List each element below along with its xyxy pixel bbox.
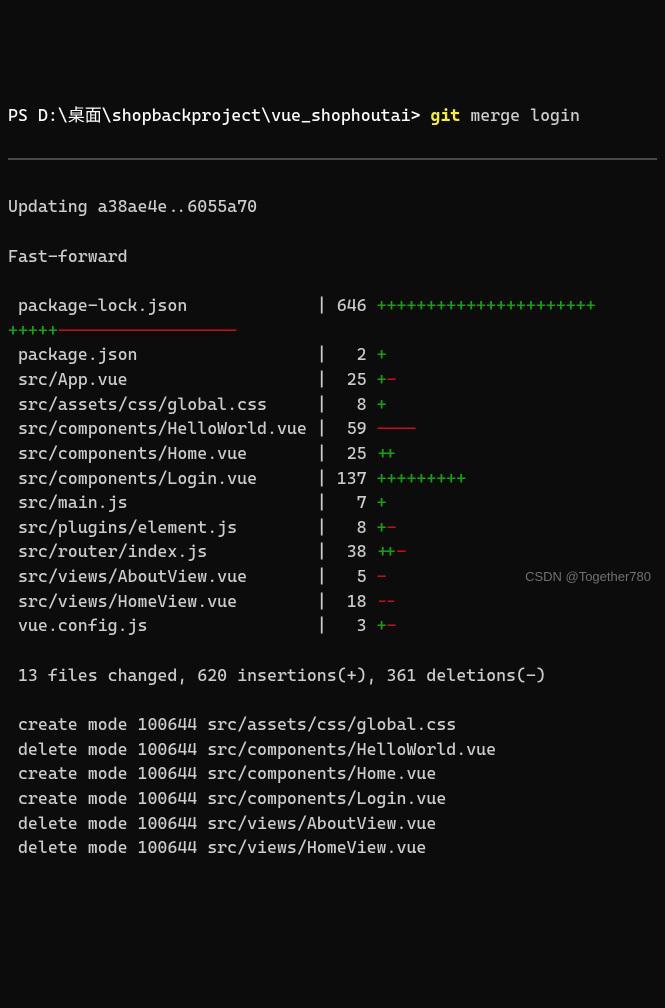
mode-line: create mode 100644 src/components/Login.… bbox=[8, 786, 657, 811]
mode-line: delete mode 100644 src/views/AboutView.v… bbox=[8, 811, 657, 836]
diffstat-row: src/main.js | 7 + bbox=[8, 490, 657, 515]
mode-changes: create mode 100644 src/assets/css/global… bbox=[8, 712, 657, 860]
git-args: merge login bbox=[460, 105, 580, 125]
mode-line: create mode 100644 src/components/Home.v… bbox=[8, 761, 657, 786]
diffstat-row: src/components/HelloWorld.vue | 59 ---- bbox=[8, 416, 657, 441]
diffstat-row: src/components/Home.vue | 25 ++ bbox=[8, 441, 657, 466]
diffstat-row: src/App.vue | 25 +- bbox=[8, 367, 657, 392]
diffstat-row: src/views/HomeView.vue | 18 -- bbox=[8, 589, 657, 614]
diffstat-row: package-lock.json | 646 ++++++++++++++++… bbox=[8, 293, 657, 318]
summary-line: 13 files changed, 620 insertions(+), 361… bbox=[8, 663, 657, 688]
updating-line: Updating a38ae4e..6055a70 bbox=[8, 194, 657, 219]
mode-line: delete mode 100644 src/views/HomeView.vu… bbox=[8, 835, 657, 860]
mode-line: create mode 100644 src/assets/css/global… bbox=[8, 712, 657, 737]
diffstat-row: src/components/Login.vue | 137 +++++++++ bbox=[8, 466, 657, 491]
fastforward-line: Fast-forward bbox=[8, 244, 657, 269]
diffstat-row: vue.config.js | 3 +- bbox=[8, 613, 657, 638]
terminal-output: PS D:\桌面\shopbackproject\vue_shophoutai>… bbox=[8, 103, 657, 128]
git-command: git bbox=[430, 105, 460, 125]
prompt-path: D:\桌面\shopbackproject\vue_shophoutai> bbox=[38, 105, 431, 125]
diffstat-row-wrap: +++++------------------ bbox=[8, 318, 657, 343]
mode-line: delete mode 100644 src/components/HelloW… bbox=[8, 737, 657, 762]
diffstat-row: package.json | 2 + bbox=[8, 342, 657, 367]
watermark: CSDN @Together780 bbox=[525, 568, 651, 587]
diffstat-row: src/plugins/element.js | 8 +- bbox=[8, 515, 657, 540]
diffstat-row: src/router/index.js | 38 ++- bbox=[8, 539, 657, 564]
prompt-prefix: PS bbox=[8, 105, 38, 125]
divider bbox=[8, 158, 657, 160]
diffstat-row: src/assets/css/global.css | 8 + bbox=[8, 392, 657, 417]
